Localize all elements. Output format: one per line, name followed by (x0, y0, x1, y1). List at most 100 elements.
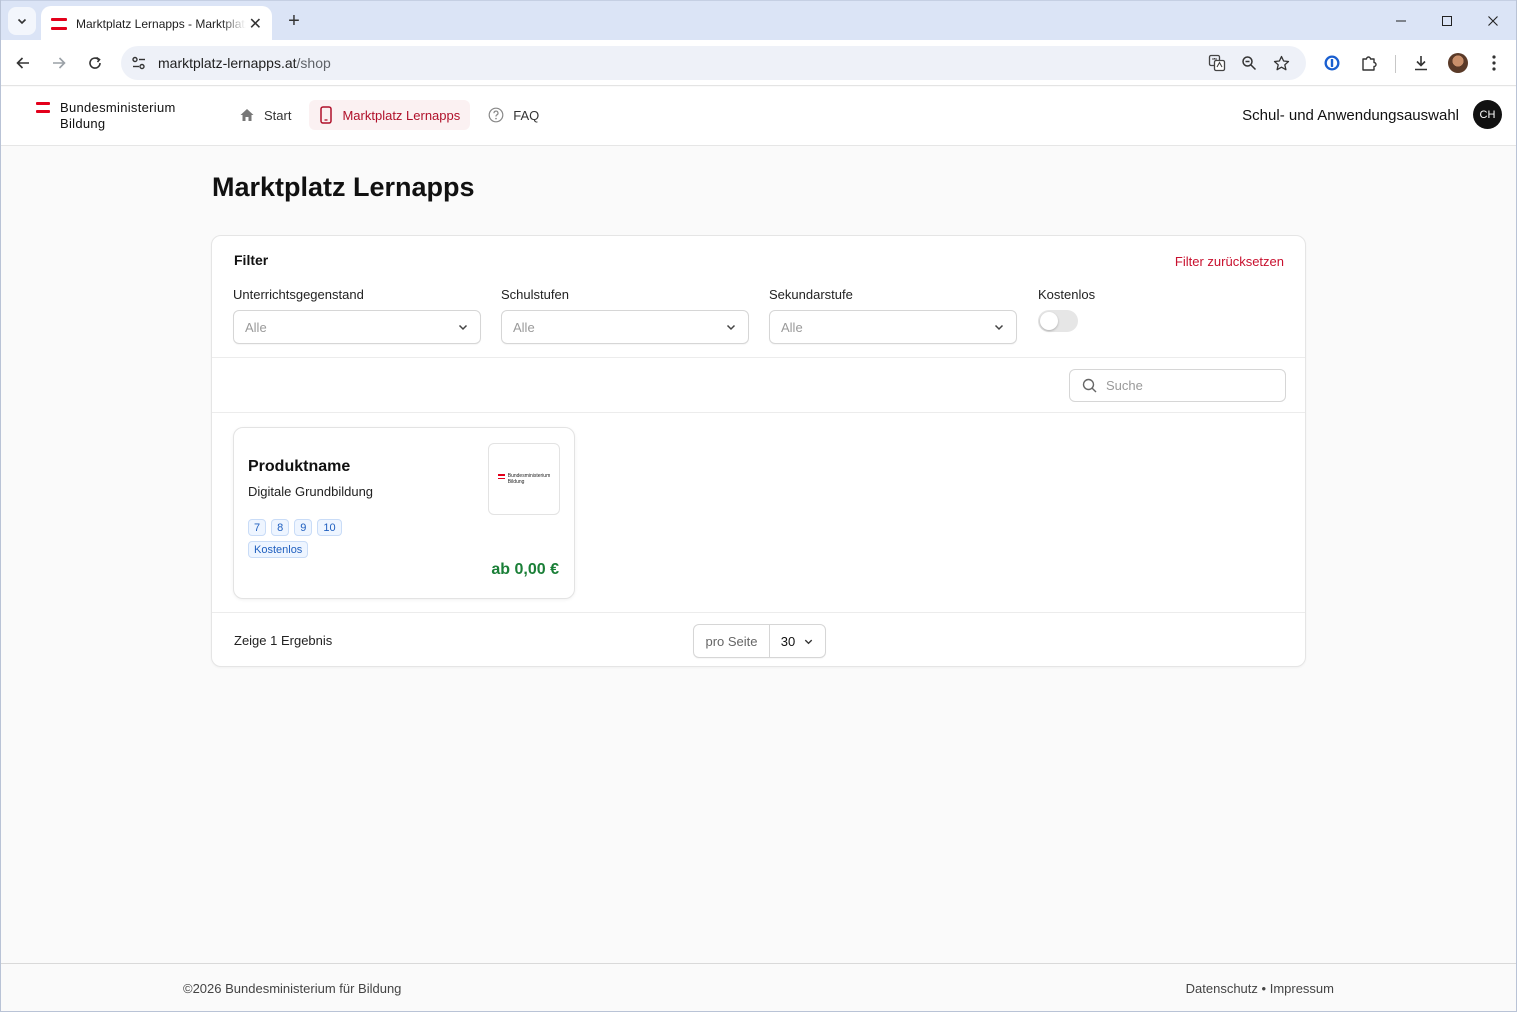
grades-select[interactable]: Alle (501, 310, 749, 344)
footer-copyright: ©2026 Bundesministerium für Bildung (183, 981, 402, 996)
reload-icon (89, 56, 101, 69)
brand-line-2: Bildung (60, 116, 106, 131)
nav-item-label: Start (264, 107, 292, 123)
minimize-icon[interactable] (1389, 9, 1413, 33)
home-icon (240, 109, 254, 121)
page-footer: ©2026 Bundesministerium für Bildung Date… (0, 963, 1517, 1012)
bookmark-star-icon[interactable] (1271, 53, 1291, 73)
arrow-right-icon (53, 57, 66, 69)
chevron-down-icon (805, 639, 813, 644)
divider (212, 612, 1305, 613)
url-text: marktplatz-lernapps.at/shop (158, 55, 331, 71)
austria-flag-icon (497, 474, 505, 479)
filter-label: Unterrichtsgegenstand (233, 287, 364, 302)
chevron-down-icon (17, 18, 27, 25)
nav-item-label: Marktplatz Lernapps (342, 107, 461, 123)
select-value: Alle (245, 319, 267, 335)
site-settings-icon[interactable] (130, 54, 148, 72)
toggle-knob (1040, 312, 1058, 330)
brand-logo[interactable]: Bundesministerium Bildung (36, 100, 176, 132)
tab-search-button[interactable] (8, 7, 36, 35)
brand-line-1: Bundesministerium (60, 100, 176, 115)
reload-button[interactable] (82, 50, 108, 76)
phone-icon (320, 106, 333, 124)
browser-toolbar: marktplatz-lernapps.at/shop (0, 40, 1517, 86)
product-card[interactable]: Produktname Digitale Grundbildung Bundes… (233, 427, 575, 599)
filter-secondary: Sekundarstufe Alle (769, 287, 1017, 344)
forward-button[interactable] (46, 50, 72, 76)
nav-item-faq[interactable]: FAQ (478, 100, 549, 130)
translate-icon[interactable] (1207, 53, 1227, 73)
toolbar-separator (1395, 55, 1396, 73)
school-selector[interactable]: Schul- und Anwendungsauswahl (1242, 107, 1459, 124)
product-thumbnail: Bundesministerium Bildung (488, 443, 560, 515)
per-page-select[interactable]: pro Seite 30 (693, 624, 826, 658)
help-circle-icon (488, 107, 504, 123)
window-close-icon[interactable] (1481, 9, 1505, 33)
arrow-left-icon (16, 57, 29, 69)
thumb-line-2: Bildung (507, 479, 525, 485)
search-icon (1082, 378, 1097, 393)
free-toggle[interactable] (1038, 310, 1078, 332)
password-manager-icon[interactable] (1321, 52, 1343, 74)
filter-label: Kostenlos (1038, 287, 1096, 302)
profile-avatar[interactable] (1448, 53, 1468, 73)
user-avatar[interactable]: CH (1473, 100, 1502, 129)
footer-separator: • (1261, 981, 1267, 996)
divider (212, 412, 1305, 413)
per-page-label: pro Seite (694, 625, 770, 657)
select-value: Alle (781, 319, 803, 335)
filter-free: Kostenlos (1038, 287, 1095, 332)
product-name: Produktname (248, 458, 351, 475)
chevron-down-icon (994, 324, 1004, 331)
address-bar[interactable]: marktplatz-lernapps.at/shop (121, 46, 1306, 80)
nav-item-marktplatz[interactable]: Marktplatz Lernapps (309, 100, 471, 130)
browser-tab-active[interactable]: Marktplatz Lernapps - Marktplatz Lernapp… (41, 6, 272, 41)
filter-subject: Unterrichtsgegenstand Alle (233, 287, 481, 344)
filter-heading: Filter (234, 252, 269, 268)
product-price: ab 0,00 € (491, 561, 559, 578)
nav-item-start[interactable]: Start (229, 100, 301, 130)
result-count: Zeige 1 Ergebnis (234, 633, 333, 648)
filter-label: Sekundarstufe (769, 287, 853, 302)
maximize-icon[interactable] (1435, 9, 1459, 33)
search-input[interactable] (1106, 378, 1266, 393)
divider (212, 357, 1305, 358)
chevron-down-icon (726, 324, 736, 331)
back-button[interactable] (10, 50, 36, 76)
select-value: Alle (513, 319, 535, 335)
grade-badges: 7 8 9 10 (248, 519, 342, 536)
zoom-icon[interactable] (1239, 53, 1259, 73)
shop-card: Filter Filter zurücksetzen Unterrichtsge… (211, 235, 1306, 667)
privacy-link[interactable]: Datenschutz (1186, 981, 1258, 996)
filter-label: Schulstufen (501, 287, 569, 302)
chevron-down-icon (458, 324, 468, 331)
search-box[interactable] (1069, 369, 1286, 402)
grade-badge: 9 (294, 519, 313, 536)
subject-select[interactable]: Alle (233, 310, 481, 344)
grade-badge: 10 (317, 519, 342, 536)
product-category: Digitale Grundbildung (248, 484, 374, 499)
app-header: Bundesministerium Bildung Start Marktpla… (0, 87, 1517, 146)
favicon-icon (51, 17, 67, 30)
browser-tab-bar: Marktplatz Lernapps - Marktplatz Lernapp… (0, 0, 1517, 41)
austria-flag-icon (36, 102, 50, 113)
extensions-puzzle-icon[interactable] (1358, 52, 1380, 74)
per-page-value: 30 (780, 633, 796, 649)
tab-title: Marktplatz Lernapps - Marktplatz Lernapp… (76, 16, 246, 31)
nav-item-label: FAQ (513, 107, 540, 123)
secondary-select[interactable]: Alle (769, 310, 1017, 344)
filter-reset-link[interactable]: Filter zurücksetzen (1175, 254, 1284, 269)
imprint-link[interactable]: Impressum (1270, 981, 1334, 996)
download-icon[interactable] (1410, 52, 1432, 74)
new-tab-button[interactable]: + (282, 9, 306, 33)
main-nav: Start Marktplatz Lernapps FAQ (229, 100, 549, 130)
grade-badge: 7 (248, 519, 267, 536)
kebab-menu-icon[interactable] (1483, 52, 1505, 74)
free-badge: Kostenlos (248, 541, 309, 558)
filter-grades: Schulstufen Alle (501, 287, 749, 344)
tab-close-icon[interactable]: ✕ (249, 14, 262, 34)
page-title: Marktplatz Lernapps (212, 172, 475, 202)
grade-badge: 8 (271, 519, 290, 536)
footer-links: Datenschutz • Impressum (1186, 981, 1334, 996)
